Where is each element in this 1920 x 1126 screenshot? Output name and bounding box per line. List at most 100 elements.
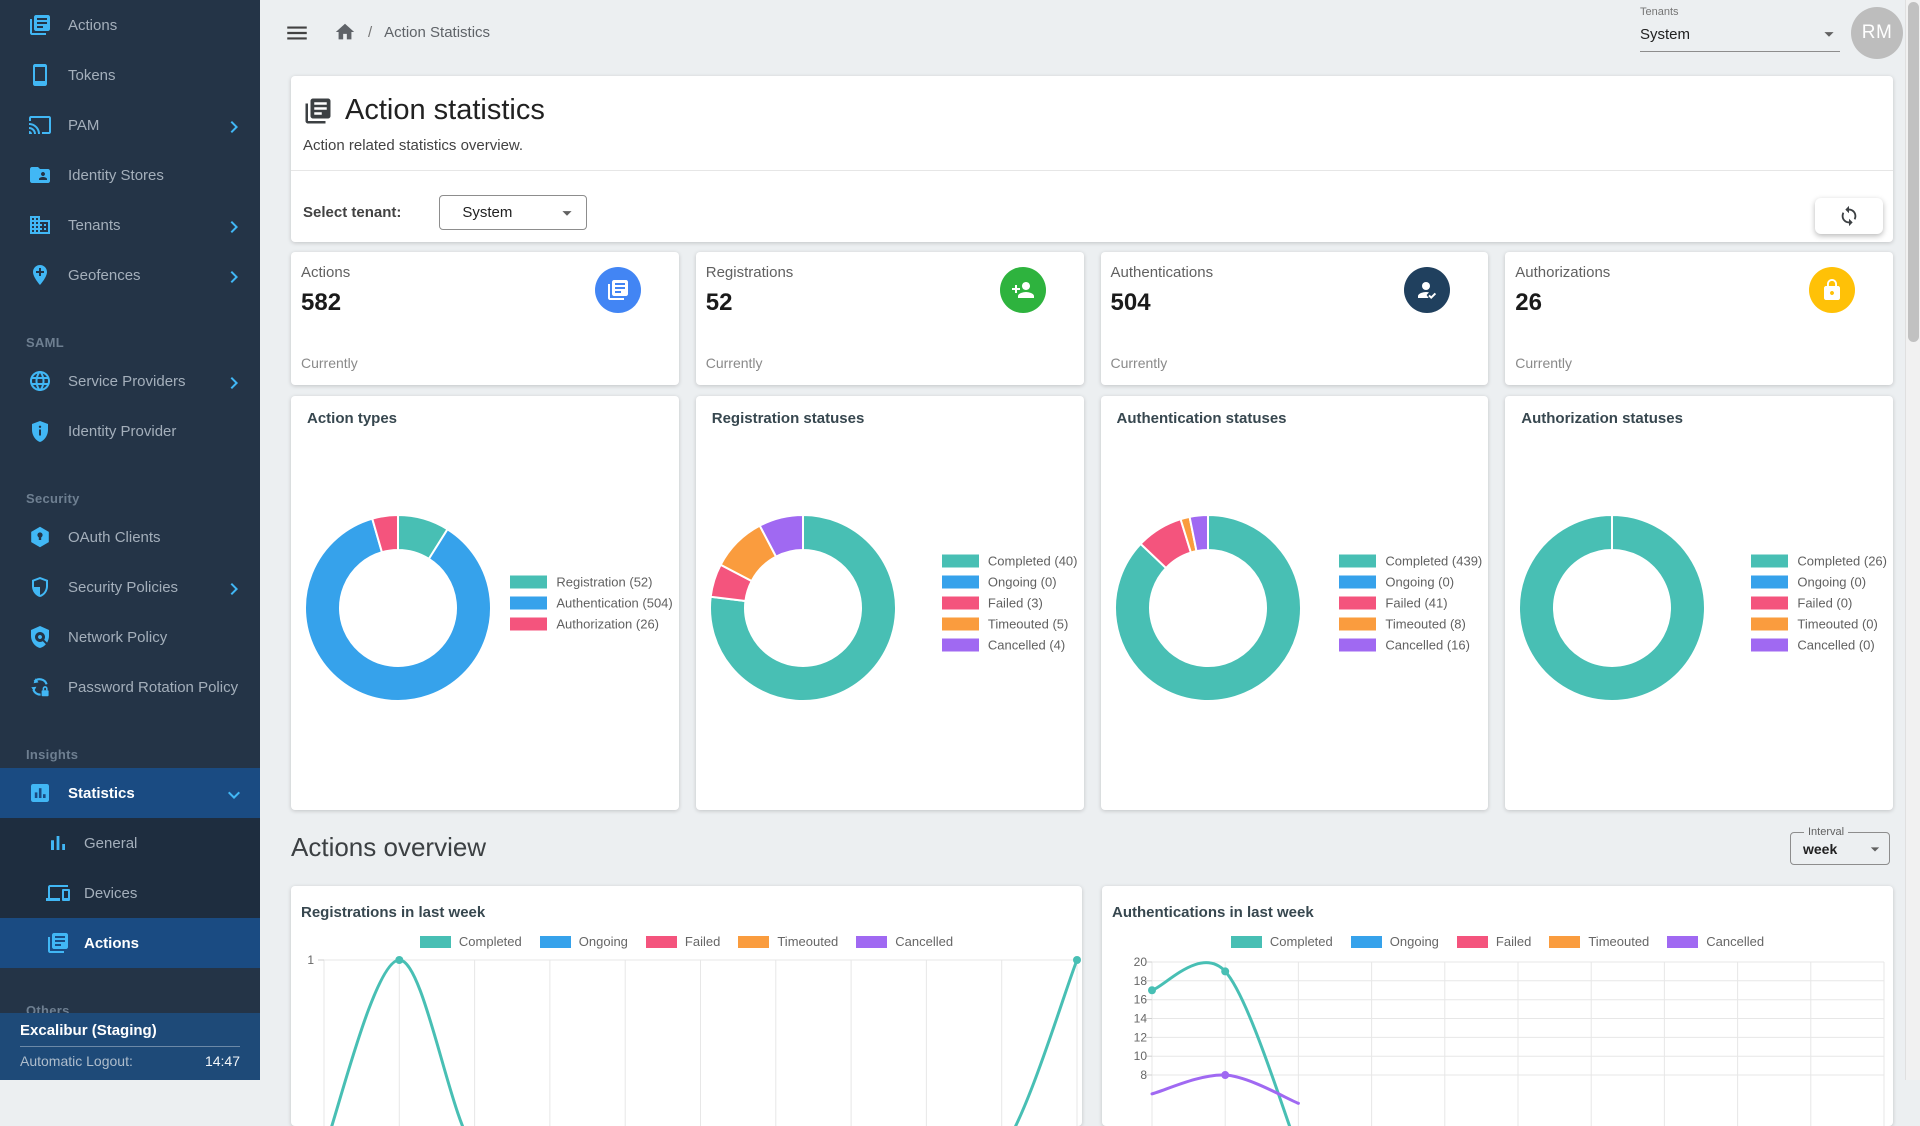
actions-overview-title: Actions overview xyxy=(291,832,486,863)
sidebar-item-devices[interactable]: Devices xyxy=(0,868,260,918)
legend-swatch xyxy=(1751,618,1788,631)
sidebar-item-label: General xyxy=(84,835,137,852)
sidebar-item-statistics[interactable]: Statistics xyxy=(0,768,260,818)
stat-icon-badge xyxy=(1809,267,1855,313)
tenants-select-label: Tenants xyxy=(1640,6,1840,18)
legend-label: Timeouted (8) xyxy=(1385,617,1465,632)
svg-text:1: 1 xyxy=(307,953,314,967)
stat-card-authorizations: Authorizations26Currently xyxy=(1505,252,1893,385)
legend-item-authorization[interactable]: Authorization (26) xyxy=(510,614,672,635)
legend-swatch xyxy=(1751,555,1788,568)
auto-logout-time: 14:47 xyxy=(205,1053,240,1069)
stat-card-authentications: Authentications504Currently xyxy=(1101,252,1489,385)
tenant-select-value: System xyxy=(462,204,512,221)
page-subtitle: Action related statistics overview. xyxy=(291,127,1893,154)
location-pin-icon xyxy=(28,263,52,287)
auto-logout-label: Automatic Logout: xyxy=(20,1053,133,1069)
legend-item-cancelled[interactable]: Cancelled (4) xyxy=(942,635,1078,656)
sidebar-item-label: PAM xyxy=(68,117,99,134)
donut-card-registration-statuses: Registration statusesCompleted (40)Ongoi… xyxy=(696,396,1084,810)
home-breadcrumb-link[interactable] xyxy=(334,21,356,43)
line-chart: 1 xyxy=(291,886,1082,1126)
legend-item-timeouted[interactable]: Timeouted (8) xyxy=(1339,614,1482,635)
legend-label: Ongoing (0) xyxy=(1797,575,1866,590)
donut-card-authentication-statuses: Authentication statusesCompleted (439)On… xyxy=(1101,396,1489,810)
legend-swatch xyxy=(1339,639,1376,652)
arrow-drop-down-icon xyxy=(1865,839,1885,859)
scrollbar-thumb[interactable] xyxy=(1908,2,1919,342)
legend-item-completed[interactable]: Completed (439) xyxy=(1339,551,1482,572)
legend-item-completed[interactable]: Completed (26) xyxy=(1751,551,1887,572)
legend-item-cancelled[interactable]: Cancelled (16) xyxy=(1339,635,1482,656)
legend-item-ongoing[interactable]: Ongoing (0) xyxy=(1339,572,1482,593)
legend-item-failed[interactable]: Failed (0) xyxy=(1751,593,1887,614)
sidebar-item-tenants[interactable]: Tenants xyxy=(0,200,260,250)
sidebar-item-password-rotation-policy[interactable]: Password Rotation Policy xyxy=(0,662,260,712)
donut-slice-completed xyxy=(1519,515,1705,701)
legend-label: Completed (40) xyxy=(988,554,1078,569)
legend-swatch xyxy=(1751,597,1788,610)
sidebar-item-general[interactable]: General xyxy=(0,818,260,868)
sidebar-item-label: Security Policies xyxy=(68,579,178,596)
sidebar-item-actions[interactable]: Actions xyxy=(0,0,260,50)
legend-item-ongoing[interactable]: Ongoing (0) xyxy=(1751,572,1887,593)
legend-label: Timeouted (5) xyxy=(988,617,1068,632)
library-books-icon xyxy=(303,96,333,126)
legend-item-ongoing[interactable]: Ongoing (0) xyxy=(942,572,1078,593)
legend-label: Registration (52) xyxy=(556,575,652,590)
menu-toggle-button[interactable] xyxy=(284,20,310,46)
sidebar-item-security-policies[interactable]: Security Policies xyxy=(0,562,260,612)
sidebar-item-oauth-clients[interactable]: OAuth Clients xyxy=(0,512,260,562)
sidebar-item-label: OAuth Clients xyxy=(68,529,161,546)
tenant-select[interactable]: System xyxy=(439,195,587,230)
sidebar-section-insights: Insights xyxy=(0,740,260,768)
legend-swatch xyxy=(942,576,979,589)
sidebar-footer: Excalibur (Staging) Automatic Logout: 14… xyxy=(0,1013,260,1080)
legend-item-completed[interactable]: Completed (40) xyxy=(942,551,1078,572)
legend-item-timeouted[interactable]: Timeouted (0) xyxy=(1751,614,1887,635)
tenants-select[interactable]: Tenants System xyxy=(1640,6,1840,52)
legend-item-failed[interactable]: Failed (41) xyxy=(1339,593,1482,614)
page-header-card: Action statistics Action related statist… xyxy=(291,76,1893,242)
donut-legend: Registration (52) Authentication (504)Aut… xyxy=(510,572,672,635)
refresh-button[interactable] xyxy=(1815,198,1883,234)
sidebar-item-identity-stores[interactable]: Identity Stores xyxy=(0,150,260,200)
chevron-right-icon xyxy=(222,115,246,139)
library-books-icon xyxy=(46,931,70,955)
legend-swatch xyxy=(1339,618,1376,631)
sidebar-item-label: Identity Stores xyxy=(68,167,164,184)
stat-icon-badge xyxy=(595,267,641,313)
sidebar-submenu: General DevicesActions xyxy=(0,818,260,968)
legend-label: Timeouted (0) xyxy=(1797,617,1877,632)
sidebar-item-geofences[interactable]: Geofences xyxy=(0,250,260,300)
legend-item-timeouted[interactable]: Timeouted (5) xyxy=(942,614,1078,635)
sidebar-item-identity-provider[interactable]: Identity Provider xyxy=(0,406,260,456)
legend-item-registration[interactable]: Registration (52) xyxy=(510,572,672,593)
legend-swatch xyxy=(942,555,979,568)
legend-item-authentication[interactable]: Authentication (504) xyxy=(510,593,672,614)
legend-swatch xyxy=(1751,576,1788,589)
sidebar-item-label: Tokens xyxy=(68,67,116,84)
sidebar-item-service-providers[interactable]: Service Providers xyxy=(0,356,260,406)
sidebar-item-label: Network Policy xyxy=(68,629,167,646)
sidebar-item-pam[interactable]: PAM xyxy=(0,100,260,150)
sidebar-item-network-policy[interactable]: Network Policy xyxy=(0,612,260,662)
sidebar-item-actions[interactable]: Actions xyxy=(0,918,260,968)
user-avatar[interactable]: RM xyxy=(1851,7,1903,59)
sidebar-item-label: Identity Provider xyxy=(68,423,176,440)
chevron-right-icon xyxy=(222,371,246,395)
donut-chart-cards: Action typesRegistration (52)Authenticat… xyxy=(291,396,1893,810)
line-chart: 2018161412108 xyxy=(1102,886,1893,1126)
person-add-icon xyxy=(1011,278,1035,302)
cast-icon xyxy=(28,113,52,137)
legend-item-cancelled[interactable]: Cancelled (0) xyxy=(1751,635,1887,656)
line-chart-cards: Registrations in last weekCompletedOngoi… xyxy=(291,886,1893,1126)
legend-label: Failed (3) xyxy=(988,596,1043,611)
legend-item-failed[interactable]: Failed (3) xyxy=(942,593,1078,614)
legend-swatch xyxy=(1751,639,1788,652)
stat-caption: Currently xyxy=(1111,355,1168,371)
chevron-right-icon xyxy=(222,577,246,601)
line-chart-card-registrations-in-last-week: Registrations in last weekCompletedOngoi… xyxy=(291,886,1082,1126)
chevron-right-icon xyxy=(222,215,246,239)
sidebar-item-tokens[interactable]: Tokens xyxy=(0,50,260,100)
